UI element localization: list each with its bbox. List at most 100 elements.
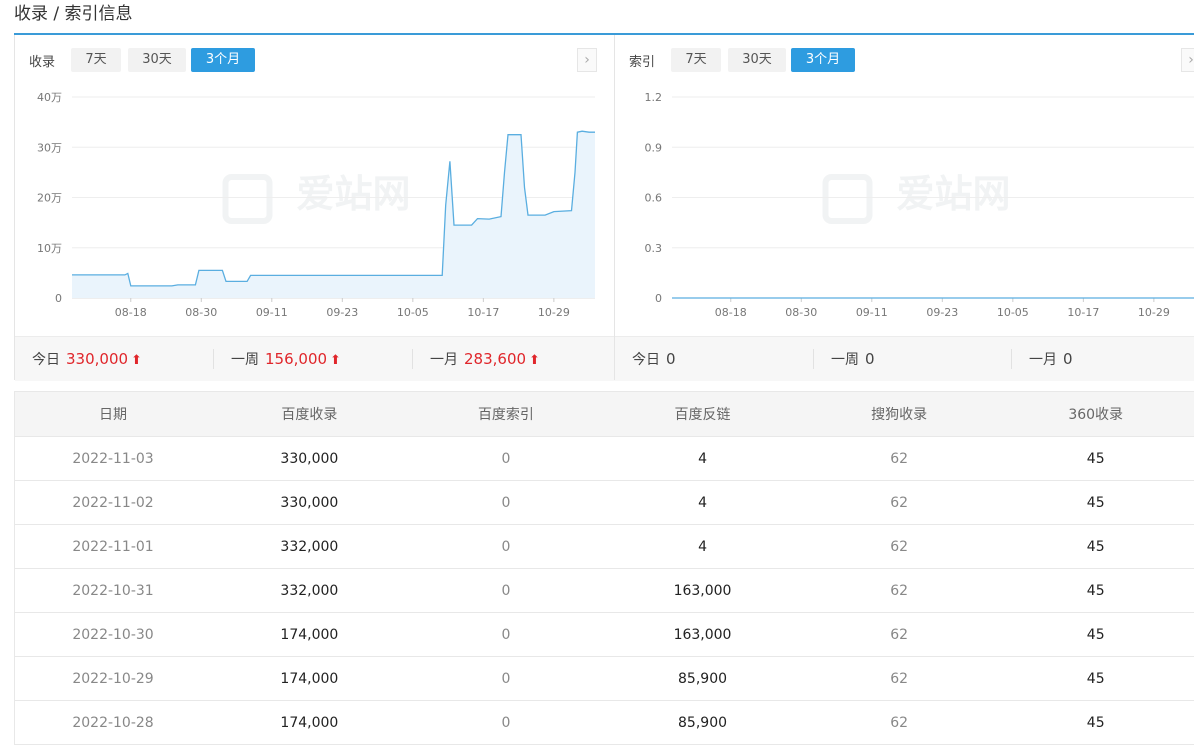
stat-month-label: 一月 [430, 352, 458, 368]
table-cell: 45 [997, 569, 1194, 613]
stat-month: 一月 283,600⬆ [430, 349, 540, 369]
tab-7days[interactable]: 7天 [71, 48, 121, 72]
table-cell: 62 [801, 525, 998, 569]
stat-week-value: 156,000 [265, 350, 327, 368]
arrow-up-icon: ⬆ [131, 353, 142, 368]
col-date: 日期 [15, 392, 212, 437]
stat-month-label: 一月 [1029, 352, 1057, 368]
table-cell: 4 [604, 437, 801, 481]
table-cell: 163,000 [604, 613, 801, 657]
col-baidu-backlinks: 百度反链 [604, 392, 801, 437]
history-table-wrap: 日期 百度收录 百度索引 百度反链 搜狗收录 360收录 2022-11-033… [14, 391, 1194, 745]
table-cell: 2022-10-29 [15, 657, 212, 701]
x-tick-label: 10-29 [1138, 306, 1170, 319]
table-cell: 2022-10-31 [15, 569, 212, 613]
table-cell: 62 [801, 437, 998, 481]
stat-month-value: 0 [1063, 350, 1073, 368]
x-tick-label: 08-18 [115, 306, 147, 319]
table-cell: 62 [801, 569, 998, 613]
x-tick-label: 09-11 [856, 306, 888, 319]
chevron-right-icon[interactable]: › [577, 48, 597, 72]
search-index-toolbar: 索引 7天 30天 3个月 › [615, 48, 1194, 72]
search-index-chart: 爱站网00.30.60.91.208-1808-3009-1109-2310-0… [615, 85, 1194, 325]
stat-divider [213, 349, 214, 369]
x-tick-label: 10-05 [997, 306, 1029, 319]
tab-7days[interactable]: 7天 [671, 48, 721, 72]
table-row: 2022-11-02330,000046245 [15, 481, 1194, 525]
x-tick-label: 10-17 [467, 306, 499, 319]
table-cell: 0 [408, 569, 605, 613]
table-body: 2022-11-03330,0000462452022-11-02330,000… [15, 437, 1194, 745]
stat-today-value: 0 [666, 350, 676, 368]
stat-week-label: 一周 [231, 352, 259, 368]
stat-week: 一周 156,000⬆ [231, 349, 341, 369]
y-tick-label: 40万 [37, 91, 62, 104]
table-row: 2022-10-30174,0000163,0006245 [15, 613, 1194, 657]
chevron-right-icon[interactable]: › [1181, 48, 1194, 72]
stat-month-value: 283,600 [464, 350, 526, 368]
x-tick-label: 09-23 [326, 306, 358, 319]
table-cell: 0 [408, 437, 605, 481]
stat-today: 今日 0 [632, 349, 676, 369]
table-cell: 4 [604, 481, 801, 525]
table-row: 2022-11-01332,000046245 [15, 525, 1194, 569]
table-cell: 62 [801, 657, 998, 701]
stat-divider [1011, 349, 1012, 369]
table-cell: 2022-11-03 [15, 437, 212, 481]
stat-divider [813, 349, 814, 369]
tab-30days[interactable]: 30天 [128, 48, 186, 72]
table-cell: 330,000 [211, 481, 408, 525]
tab-30days[interactable]: 30天 [728, 48, 786, 72]
x-tick-label: 09-11 [256, 306, 288, 319]
table-row: 2022-10-29174,000085,9006245 [15, 657, 1194, 701]
table-cell: 0 [408, 657, 605, 701]
index-panel: 收录 7天 30天 3个月 › 爱站网010万20万30万40万08-1808-… [14, 35, 615, 380]
watermark-text: 爱站网 [896, 172, 1010, 216]
table-cell: 174,000 [211, 657, 408, 701]
arrow-up-icon: ⬆ [330, 353, 341, 368]
table-cell: 62 [801, 613, 998, 657]
col-baidu-search-index: 百度索引 [408, 392, 605, 437]
stat-today-value: 330,000 [66, 350, 128, 368]
stat-today-label: 今日 [632, 352, 660, 368]
x-tick-label: 08-30 [785, 306, 817, 319]
stat-today-label: 今日 [32, 352, 60, 368]
stat-divider [412, 349, 413, 369]
col-baidu-index: 百度收录 [211, 392, 408, 437]
x-tick-label: 08-30 [185, 306, 217, 319]
table-cell: 2022-10-28 [15, 701, 212, 745]
index-label: 收录 [29, 51, 55, 70]
table-cell: 0 [408, 525, 605, 569]
table-cell: 2022-10-30 [15, 613, 212, 657]
y-tick-label: 20万 [37, 192, 62, 205]
y-tick-label: 0.9 [645, 141, 663, 154]
table-cell: 2022-11-02 [15, 481, 212, 525]
table-cell: 45 [997, 437, 1194, 481]
history-table: 日期 百度收录 百度索引 百度反链 搜狗收录 360收录 2022-11-033… [14, 391, 1194, 745]
index-stats: 今日330,000⬆ 一周156,000⬆ 一月283,600⬆ [15, 336, 615, 381]
stat-week: 一周0 [831, 349, 875, 369]
table-cell: 62 [801, 481, 998, 525]
search-index-stats: 今日 0 一周0 一月 0 [615, 336, 1194, 381]
table-cell: 85,900 [604, 701, 801, 745]
table-cell: 45 [997, 525, 1194, 569]
stat-week-label: 一周 [831, 352, 859, 368]
table-cell: 332,000 [211, 569, 408, 613]
col-360-index: 360收录 [997, 392, 1194, 437]
y-tick-label: 0 [55, 292, 62, 305]
table-header-row: 日期 百度收录 百度索引 百度反链 搜狗收录 360收录 [15, 392, 1194, 437]
tab-3months[interactable]: 3个月 [791, 48, 855, 72]
arrow-up-icon: ⬆ [529, 353, 540, 368]
table-cell: 45 [997, 657, 1194, 701]
table-cell: 332,000 [211, 525, 408, 569]
table-cell: 4 [604, 525, 801, 569]
col-sogou-index: 搜狗收录 [801, 392, 998, 437]
table-cell: 2022-11-01 [15, 525, 212, 569]
x-tick-label: 10-17 [1067, 306, 1099, 319]
tab-3months[interactable]: 3个月 [191, 48, 255, 72]
x-tick-label: 10-05 [397, 306, 429, 319]
table-cell: 174,000 [211, 613, 408, 657]
table-cell: 0 [408, 701, 605, 745]
x-tick-label: 08-18 [715, 306, 747, 319]
search-index-label: 索引 [629, 51, 655, 70]
